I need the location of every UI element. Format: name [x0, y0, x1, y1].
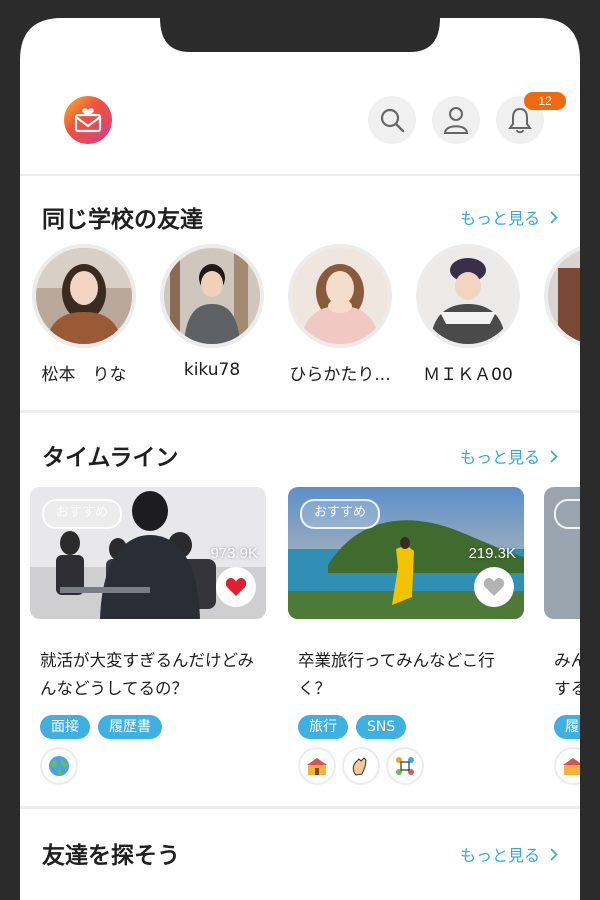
- timeline-more-link[interactable]: もっと見る: [460, 444, 558, 468]
- notification-count-badge: 12: [524, 92, 566, 110]
- friend-item[interactable]: y: [544, 244, 580, 380]
- friend-name: kiku78: [183, 360, 241, 380]
- like-count: 219.3K: [468, 545, 516, 562]
- find-friends-more-link[interactable]: もっと見る: [460, 842, 558, 866]
- friend-avatar: [288, 244, 392, 348]
- friend-avatar: [32, 244, 136, 348]
- friend-name: 松本 りな: [41, 365, 127, 385]
- heart-filled-icon: [225, 578, 247, 596]
- globe-icon: [40, 747, 78, 785]
- school-icon: [554, 747, 580, 785]
- card-thumbnail: おすすめ 219.3K: [288, 487, 524, 619]
- clap-icon: [342, 747, 380, 785]
- chevron-right-icon: [550, 847, 558, 861]
- like-button[interactable]: [216, 567, 256, 607]
- find-friends-section-title: 友達を探そう: [42, 843, 180, 869]
- tag-chip[interactable]: 旅行: [298, 715, 348, 739]
- like-button[interactable]: [474, 567, 514, 607]
- more-link-label: もっと見る: [459, 209, 540, 228]
- friend-avatar: [416, 244, 520, 348]
- chevron-right-icon: [550, 449, 558, 463]
- timeline-card[interactable]: おすすめ 219.3K 卒業旅行ってみんなどこ行く？ 旅行 SNS: [288, 487, 524, 785]
- card-thumbnail: おすすめ 973.9K: [30, 487, 266, 619]
- heart-outline-icon: [483, 578, 505, 596]
- search-icon: [380, 108, 405, 133]
- friend-item[interactable]: ひらかたり...: [288, 244, 392, 385]
- tag-chip[interactable]: 履: [554, 715, 580, 739]
- app-logo[interactable]: [64, 96, 112, 144]
- friends-icon: [386, 747, 424, 785]
- tag-chip[interactable]: 履歴書: [98, 715, 162, 739]
- app-screen: 12 同じ学校の友達 もっと見る 松本 りな kiku78 ひらかたり... Ｍ…: [20, 0, 580, 900]
- school-icon: [298, 747, 336, 785]
- friend-name: ひらかたり...: [289, 365, 391, 385]
- like-count: 973.9K: [210, 545, 258, 562]
- friend-item[interactable]: kiku78: [160, 244, 264, 380]
- friend-avatar: [160, 244, 264, 348]
- timeline-card[interactable]: おすすめ 973.9K 就活が大変すぎるんだけどみんなどうしてるの？ 面接 履歴…: [30, 487, 266, 785]
- more-link-label: もっと見る: [459, 448, 540, 467]
- section-divider: [20, 410, 580, 413]
- tag-chip[interactable]: 面接: [40, 715, 90, 739]
- friend-name: ＭＩＫＡ00: [423, 365, 513, 385]
- card-thumbnail: [544, 487, 580, 619]
- friend-name: y: [544, 360, 580, 380]
- friend-avatar: [544, 244, 580, 348]
- recommended-badge: おすすめ: [42, 499, 123, 529]
- post-title: 卒業旅行ってみんなどこ行く？: [298, 651, 495, 698]
- schoolmates-more-link[interactable]: もっと見る: [460, 205, 558, 229]
- timeline-card[interactable]: みん する 履: [544, 487, 580, 785]
- app-header: 12: [20, 0, 580, 176]
- user-icon: [443, 107, 469, 134]
- timeline-section-title: タイムライン: [42, 445, 179, 471]
- chevron-right-icon: [550, 210, 558, 224]
- bell-icon: [508, 107, 532, 134]
- friend-item[interactable]: ＭＩＫＡ00: [416, 244, 520, 385]
- recommended-badge: おすすめ: [300, 499, 381, 529]
- schoolmates-section-title: 同じ学校の友達: [42, 207, 203, 233]
- phone-mockup: 12 同じ学校の友達 もっと見る 松本 りな kiku78 ひらかたり... Ｍ…: [0, 0, 600, 900]
- tag-chip[interactable]: SNS: [356, 715, 407, 739]
- search-button[interactable]: [368, 96, 416, 144]
- friend-item[interactable]: 松本 りな: [32, 244, 136, 385]
- section-divider: [20, 806, 580, 809]
- post-title: みん する: [554, 651, 580, 698]
- letter-heart-icon: [74, 108, 102, 133]
- profile-button[interactable]: [432, 96, 480, 144]
- post-title: 就活が大変すぎるんだけどみんなどうしてるの？: [40, 651, 255, 698]
- more-link-label: もっと見る: [459, 846, 540, 865]
